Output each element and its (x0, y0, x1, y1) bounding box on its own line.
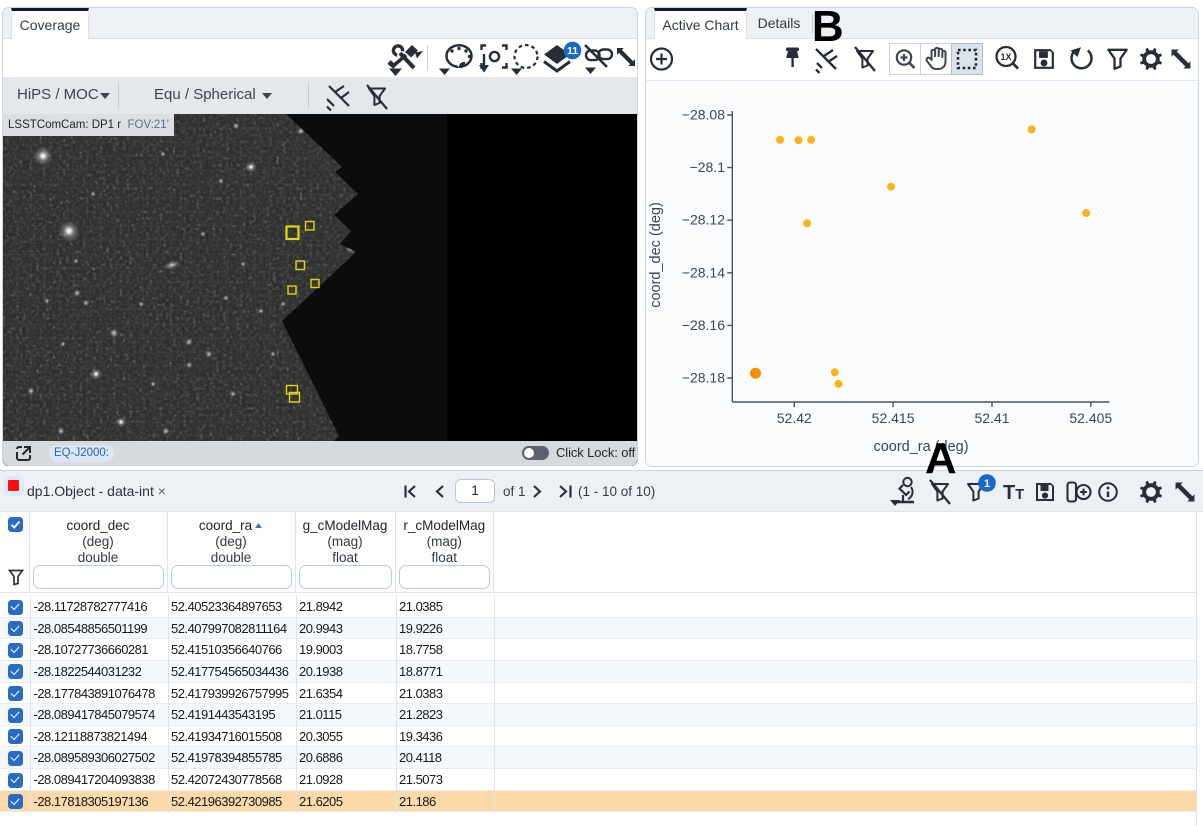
svg-text:−28.18: −28.18 (682, 370, 725, 386)
svg-text:11: 11 (567, 45, 578, 57)
svg-text:TT: TT (1003, 482, 1024, 504)
svg-text:52.41: 52.41 (974, 410, 1009, 426)
svg-text:−28.16: −28.16 (682, 317, 725, 333)
svg-text:1: 1 (984, 478, 990, 490)
svg-text:−28.1: −28.1 (690, 159, 726, 175)
svg-text:coord_dec (deg): coord_dec (deg) (648, 202, 664, 308)
svg-text:52.415: 52.415 (872, 410, 915, 426)
svg-text:−28.14: −28.14 (682, 264, 725, 280)
svg-text:1X: 1X (1000, 52, 1011, 62)
svg-text:−28.08: −28.08 (682, 107, 725, 123)
svg-text:52.42: 52.42 (777, 410, 812, 426)
svg-text:52.405: 52.405 (1069, 410, 1112, 426)
svg-text:−28.12: −28.12 (682, 212, 725, 228)
